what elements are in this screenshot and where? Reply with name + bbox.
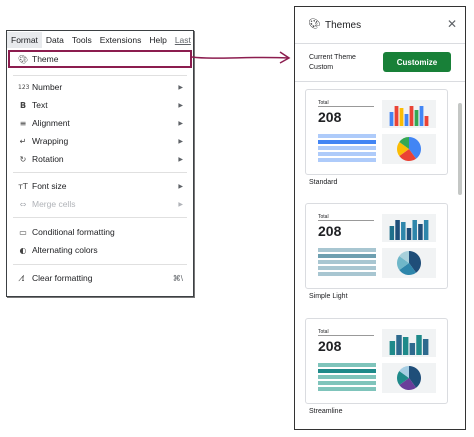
preview-table-row (318, 260, 376, 264)
preview-table-row (318, 152, 376, 156)
header-divider (295, 43, 465, 44)
preview-bar (389, 226, 395, 240)
theme-card[interactable]: Total 208 (305, 318, 448, 404)
preview-table-row (318, 363, 376, 367)
preview-bar (401, 222, 406, 240)
preview-bar (389, 112, 394, 126)
preview-bar (409, 106, 414, 126)
preview-pie-chart (382, 134, 436, 164)
header-divider (295, 81, 465, 82)
preview-bar (418, 224, 423, 240)
preview-table-row (318, 158, 376, 162)
preview-total-value: 208 (318, 109, 342, 125)
preview-bar-chart (382, 329, 436, 357)
preview-rule (318, 335, 374, 336)
theme-card[interactable]: Total 208 (305, 89, 448, 175)
preview-bar (404, 114, 409, 126)
preview-bar-chart (382, 214, 436, 242)
preview-bar (423, 220, 429, 240)
preview-table-row (318, 248, 376, 252)
current-theme-label: Current Theme (309, 54, 356, 61)
preview-rule (318, 220, 374, 221)
scrollbar[interactable] (458, 103, 462, 195)
preview-table-row (318, 140, 376, 144)
preview-total-value: 208 (318, 338, 342, 354)
preview-total-value: 208 (318, 223, 342, 239)
preview-bar (399, 108, 404, 126)
preview-table-row (318, 134, 376, 138)
preview-table-row (318, 381, 376, 385)
preview-bar (394, 106, 399, 126)
panel-title: Themes (325, 20, 362, 31)
preview-table (318, 134, 376, 162)
current-theme-value: Custom (309, 64, 334, 71)
preview-table-row (318, 254, 376, 258)
palette-icon: 🎨︎ (308, 19, 321, 30)
preview-pie-chart (382, 248, 436, 278)
preview-bar (412, 220, 417, 240)
preview-table-row (318, 375, 376, 379)
preview-bar (402, 337, 409, 355)
preview-bar (416, 335, 422, 355)
customize-button[interactable]: Customize (383, 52, 451, 72)
theme-name-label[interactable]: Simple Light (309, 293, 348, 300)
preview-bar (406, 228, 412, 240)
preview-table-row (318, 369, 376, 373)
preview-bar-chart (382, 100, 436, 128)
theme-name-label[interactable]: Standard (309, 179, 337, 186)
preview-bar (424, 116, 429, 126)
preview-table-row (318, 272, 376, 276)
preview-rule (318, 106, 374, 107)
preview-pie-chart (382, 363, 436, 393)
preview-bar (395, 220, 400, 240)
themes-panel: 🎨︎ Themes ✕ Current Theme Custom Customi… (294, 6, 466, 430)
close-icon[interactable]: ✕ (447, 17, 457, 31)
theme-card[interactable]: Total 208 (305, 203, 448, 289)
preview-bar (414, 110, 419, 126)
preview-table-row (318, 266, 376, 270)
preview-table (318, 248, 376, 276)
preview-bar (422, 339, 429, 355)
preview-bar (409, 343, 416, 355)
preview-table (318, 363, 376, 391)
preview-bar (419, 106, 424, 126)
theme-name-label[interactable]: Streamline (309, 408, 342, 415)
preview-bar (389, 341, 396, 355)
preview-table-row (318, 146, 376, 150)
preview-table-row (318, 387, 376, 391)
preview-bar (396, 335, 402, 355)
